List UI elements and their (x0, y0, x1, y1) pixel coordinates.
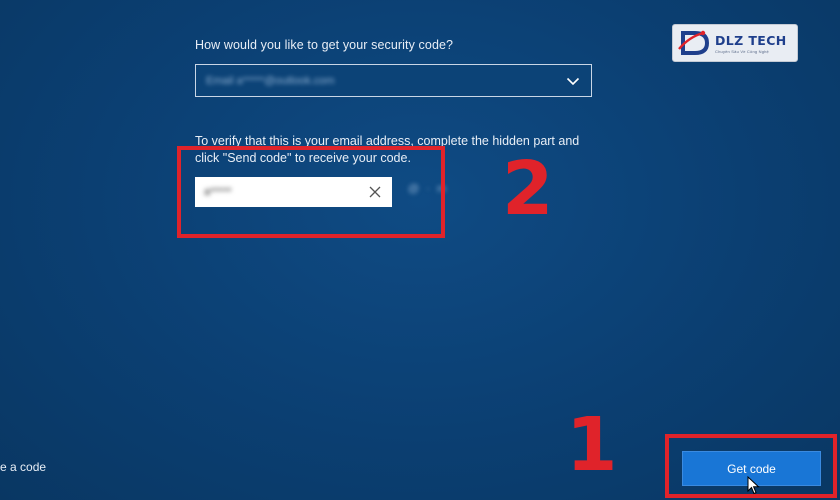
logo-brand: DLZ TECH (715, 32, 787, 48)
chevron-down-icon[interactable] (566, 74, 580, 88)
dlz-logo-icon (678, 30, 710, 55)
delivery-method-select[interactable]: Email a*****@outlook.com (195, 64, 592, 97)
delivery-method-value: Email a*****@outlook.com (206, 74, 335, 87)
annotation-number-step-1: 1 (566, 402, 618, 488)
have-code-link[interactable]: e a code (0, 460, 46, 474)
dlz-tech-logo: DLZ TECH Chuyên Sâu Về Công Nghệ (672, 24, 798, 62)
method-question: How would you like to get your security … (195, 38, 454, 52)
security-code-screen: DLZ TECH Chuyên Sâu Về Công Nghệ How wou… (0, 0, 840, 500)
mouse-cursor-icon (747, 476, 760, 495)
annotation-box-step-2 (177, 146, 445, 238)
logo-tagline: Chuyên Sâu Về Công Nghệ (715, 48, 769, 54)
annotation-number-step-2: 2 (502, 146, 554, 232)
